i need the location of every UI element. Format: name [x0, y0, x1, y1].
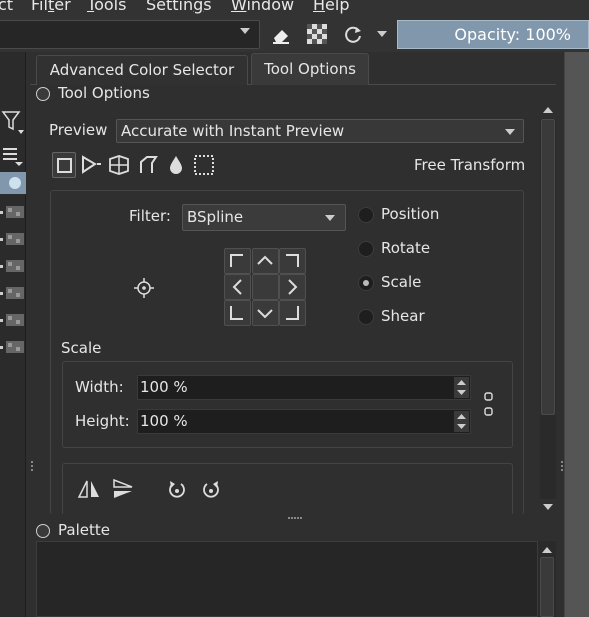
preview-label: Preview	[49, 121, 108, 139]
anchor-bottom-button[interactable]	[252, 300, 279, 326]
free-transform-icon[interactable]	[52, 152, 76, 178]
width-stepper[interactable]	[454, 377, 469, 398]
menu-filter[interactable]: Filter	[31, 0, 71, 14]
toolbar: Opacity: 100%	[0, 18, 589, 52]
alpha-checker-icon[interactable]	[306, 23, 328, 45]
width-value: 100 %	[140, 378, 188, 396]
opacity-slider[interactable]: Opacity: 100%	[397, 20, 589, 49]
width-label: Width:	[75, 378, 124, 396]
lock-icon[interactable]	[36, 87, 50, 101]
liquify-icon[interactable]	[164, 153, 188, 177]
perspective-icon[interactable]	[79, 153, 103, 177]
anchor-top-button[interactable]	[252, 248, 279, 274]
opacity-label: Opacity: 100%	[454, 25, 571, 44]
anchor-bottom-right-button[interactable]	[279, 300, 306, 326]
scroll-up-icon[interactable]	[541, 103, 555, 117]
reload-icon[interactable]	[342, 23, 364, 45]
menu-edit[interactable]: ct	[0, 0, 13, 14]
layer-thumbnails	[0, 111, 26, 353]
anchor-top-left-button[interactable]	[224, 248, 251, 274]
rotate-cw-icon[interactable]	[200, 478, 222, 500]
splitter-handle[interactable]	[560, 460, 564, 474]
menu-mnemonic: H	[313, 0, 326, 14]
flip-horizontal-icon[interactable]	[77, 478, 101, 500]
menu-mnemonic: W	[231, 0, 247, 14]
scale-radio[interactable]	[358, 275, 374, 291]
scroll-down-icon[interactable]	[541, 500, 555, 514]
palette-title: Palette	[58, 521, 110, 539]
link-chain-icon[interactable]	[483, 390, 495, 418]
brush-preset-combo[interactable]	[0, 20, 260, 49]
anchor-left-button[interactable]	[224, 274, 251, 300]
chevron-down-icon	[325, 215, 335, 221]
scrollbar-thumb[interactable]	[540, 557, 554, 617]
canvas-scrollbar[interactable]	[564, 52, 589, 617]
menu-mnemonic: T	[87, 0, 95, 14]
menu-window[interactable]: Window	[231, 0, 294, 14]
transform-mode-name: Free Transform	[414, 156, 526, 174]
crosshair-icon[interactable]	[133, 277, 155, 299]
anchor-top-right-button[interactable]	[279, 248, 306, 274]
menu-mnemonic: g	[193, 0, 204, 14]
eraser-icon[interactable]	[270, 24, 292, 46]
filter-value: BSpline	[187, 208, 244, 226]
flip-vertical-icon[interactable]	[111, 478, 135, 500]
chevron-down-icon[interactable]	[377, 31, 387, 37]
palette-swatches[interactable]	[36, 541, 538, 617]
scale-section-title: Scale	[61, 339, 102, 357]
height-value: 100 %	[140, 412, 188, 430]
height-stepper[interactable]	[454, 411, 469, 432]
docker-title: Tool Options	[58, 84, 150, 102]
height-spinbox[interactable]: 100 %	[137, 409, 471, 434]
scroll-up-icon[interactable]	[540, 543, 554, 557]
menu-tools[interactable]: Tools	[87, 0, 126, 14]
menu-mnemonic: t	[47, 0, 55, 14]
preview-mode-combo[interactable]: Accurate with Instant Preview	[116, 119, 524, 143]
filter-combo[interactable]: BSpline	[182, 204, 346, 231]
splitter-handle[interactable]	[30, 460, 34, 474]
warp-icon[interactable]	[107, 153, 131, 177]
menu-bar: ct Filter Tools Settings Window Help	[0, 0, 589, 18]
filter-label: Filter:	[129, 207, 171, 225]
tab-advanced-color-selector[interactable]: Advanced Color Selector	[36, 55, 248, 85]
scrollbar-thumb[interactable]	[541, 119, 555, 415]
position-radio[interactable]	[358, 207, 374, 223]
anchor-center-button[interactable]	[252, 274, 279, 300]
chevron-down-icon	[240, 28, 250, 34]
chevron-down-icon	[505, 129, 515, 135]
lock-icon[interactable]	[36, 524, 50, 538]
tab-tool-options[interactable]: Tool Options	[251, 53, 369, 85]
shear-label: Shear	[381, 307, 425, 325]
width-spinbox[interactable]: 100 %	[137, 375, 471, 400]
mesh-icon[interactable]	[192, 153, 216, 177]
menu-help[interactable]: Help	[313, 0, 349, 14]
position-label: Position	[381, 205, 440, 223]
shear-radio[interactable]	[358, 309, 374, 325]
anchor-bottom-left-button[interactable]	[224, 300, 251, 326]
preview-mode-value: Accurate with Instant Preview	[121, 122, 345, 140]
scale-label: Scale	[381, 273, 422, 291]
menu-settings[interactable]: Settings	[146, 0, 212, 14]
rotate-radio[interactable]	[358, 241, 374, 257]
anchor-right-button[interactable]	[279, 274, 306, 300]
rotate-ccw-icon[interactable]	[166, 478, 188, 500]
height-label: Height:	[75, 412, 130, 430]
rotate-label: Rotate	[381, 239, 431, 257]
cage-icon[interactable]	[136, 153, 160, 177]
